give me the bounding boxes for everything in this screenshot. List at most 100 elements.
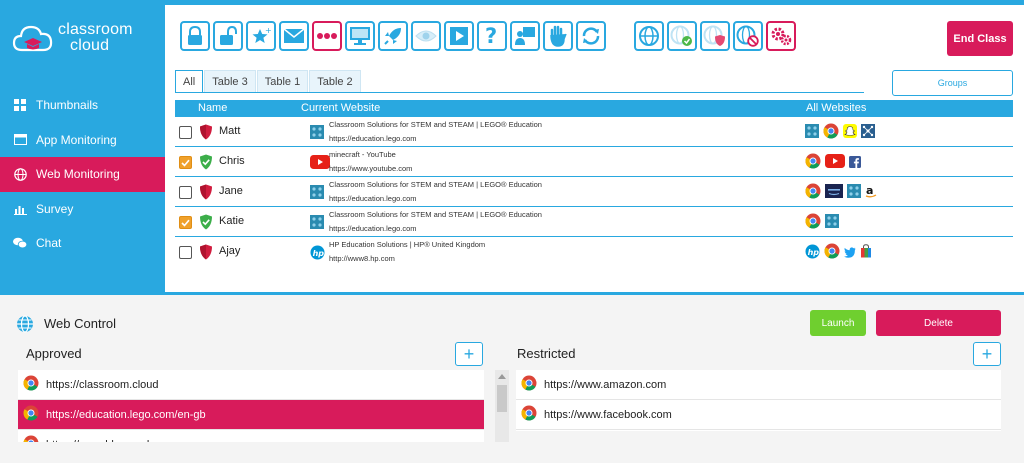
approved-title: Approved — [26, 346, 82, 361]
sidebar-item-label: Thumbnails — [36, 98, 99, 113]
web-control-title: Web Control — [44, 316, 117, 331]
web-settings-button[interactable] — [766, 21, 796, 51]
table-row[interactable]: Jane Classroom Solutions for STEM and STE… — [175, 177, 1013, 207]
current-site-title[interactable]: Classroom Solutions for STEM and STEAM |… — [329, 120, 542, 129]
current-site-title[interactable]: HP Education Solutions | HP® United King… — [329, 240, 485, 249]
student-checkbox[interactable] — [179, 216, 192, 229]
table-row[interactable]: Katie Classroom Solutions for STEM and ST… — [175, 207, 1013, 237]
table-row[interactable]: Ajay hp HP Education Solutions | HP® Unite… — [175, 237, 1013, 267]
lock-button[interactable] — [180, 21, 210, 51]
current-site-url[interactable]: http://www8.hp.com — [329, 254, 395, 263]
current-site-url[interactable]: https://www.youtube.com — [329, 164, 412, 173]
svg-text:hp: hp — [808, 248, 820, 257]
unlock-button[interactable] — [213, 21, 243, 51]
chat-bubbles-icon — [13, 236, 27, 250]
message-button[interactable] — [279, 21, 309, 51]
twitter-icon[interactable] — [844, 245, 856, 263]
sidebar-item-web-monitoring[interactable]: Web Monitoring — [0, 157, 165, 192]
play-button[interactable] — [444, 21, 474, 51]
watch-button[interactable] — [411, 21, 441, 51]
amazon-icon[interactable]: a — [865, 184, 877, 203]
end-class-button[interactable]: End Class — [947, 21, 1013, 56]
refresh-button[interactable] — [576, 21, 606, 51]
current-site-title[interactable]: Classroom Solutions for STEM and STEAM |… — [329, 210, 542, 219]
play-icon — [450, 27, 468, 45]
web-block-button[interactable] — [733, 21, 763, 51]
amazon-prime-icon[interactable] — [825, 184, 843, 203]
launch-button[interactable]: Launch — [810, 310, 866, 336]
launch-rocket-button[interactable] — [378, 21, 408, 51]
list-item[interactable]: https://www.amazon.com — [516, 370, 1001, 400]
svg-text:?: ? — [485, 25, 497, 47]
all-websites-icons: a — [805, 183, 877, 204]
lego-icon[interactable] — [847, 184, 861, 203]
reward-star-button[interactable]: + — [246, 21, 276, 51]
current-site-title[interactable]: Classroom Solutions for STEM and STEAM |… — [329, 180, 542, 189]
presenter-icon — [515, 27, 535, 45]
current-site-url[interactable]: https://education.lego.com — [329, 134, 417, 143]
scroll-up-arrow-icon[interactable] — [498, 374, 506, 379]
student-checkbox[interactable] — [179, 246, 192, 259]
web-approved-button[interactable] — [667, 21, 697, 51]
table-row[interactable]: Chris minecraft - YouTube https://www.yout… — [175, 147, 1013, 177]
add-restricted-button[interactable]: + — [973, 342, 1001, 366]
delete-button[interactable]: Delete — [876, 310, 1001, 336]
current-site-url[interactable]: https://education.lego.com — [329, 194, 417, 203]
student-checkbox[interactable] — [179, 156, 192, 169]
globe-icon — [13, 167, 27, 181]
tab-all[interactable]: All — [175, 70, 204, 92]
facebook-icon[interactable] — [849, 155, 861, 173]
current-site-title[interactable]: minecraft - YouTube — [329, 150, 396, 159]
hp-icon[interactable]: hp — [805, 244, 820, 264]
tab-table-1[interactable]: Table 1 — [256, 70, 309, 92]
lego-icon[interactable] — [825, 214, 839, 233]
bar-chart-icon — [13, 202, 27, 216]
cloud-logo-icon — [12, 25, 53, 52]
question-icon: ? — [485, 25, 497, 47]
chrome-icon[interactable] — [824, 243, 840, 264]
student-checkbox[interactable] — [179, 186, 192, 199]
logo-text-cloud: cloud — [70, 37, 110, 54]
table-header: Name Current Website All Websites — [175, 100, 1013, 117]
web-restricted-button[interactable] — [700, 21, 730, 51]
hand-raise-button[interactable] — [543, 21, 573, 51]
list-item[interactable]: https://classroom.cloud — [18, 370, 484, 400]
rocket-icon — [384, 28, 401, 45]
tab-table-3[interactable]: Table 3 — [204, 70, 256, 92]
list-item[interactable]: https://www.bbc.co.uk — [18, 430, 484, 442]
list-item[interactable]: https://www.facebook.com — [516, 400, 1001, 430]
youtube-icon[interactable] — [825, 154, 845, 173]
chrome-icon — [521, 375, 537, 394]
hp-icon: hp — [310, 245, 325, 265]
shopping-bag-icon[interactable] — [860, 244, 872, 263]
table-row[interactable]: Matt Classroom Solutions for STEM and STE… — [175, 117, 1013, 147]
student-checkbox[interactable] — [179, 126, 192, 139]
monitor-button[interactable] — [345, 21, 375, 51]
list-item[interactable]: https://education.lego.com/en-gb — [18, 400, 484, 430]
sidebar-item-app-monitoring[interactable]: App Monitoring — [0, 123, 165, 158]
sidebar-item-thumbnails[interactable]: Thumbnails — [0, 88, 165, 123]
approved-scrollbar[interactable] — [495, 370, 509, 442]
grid-icon — [13, 98, 27, 112]
groups-button[interactable]: Groups — [892, 70, 1013, 96]
dots-button[interactable] — [312, 21, 342, 51]
network-icon[interactable] — [861, 124, 875, 143]
chrome-icon[interactable] — [805, 213, 821, 234]
lego-icon — [310, 185, 324, 204]
scroll-thumb[interactable] — [497, 385, 507, 412]
help-button[interactable]: ? — [477, 21, 507, 51]
tab-table-2[interactable]: Table 2 — [309, 70, 361, 92]
sidebar-item-label: Chat — [36, 236, 62, 251]
web-globe-button[interactable] — [634, 21, 664, 51]
chrome-icon[interactable] — [805, 183, 821, 204]
current-site-url[interactable]: https://education.lego.com — [329, 224, 417, 233]
window-icon — [13, 133, 27, 147]
add-approved-button[interactable]: + — [455, 342, 483, 366]
presenter-button[interactable] — [510, 21, 540, 51]
snapchat-icon[interactable] — [843, 124, 857, 143]
chrome-icon[interactable] — [805, 153, 821, 174]
chrome-icon[interactable] — [823, 123, 839, 144]
lego-icon[interactable] — [805, 124, 819, 143]
sidebar-item-survey[interactable]: Survey — [0, 192, 165, 227]
sidebar-item-chat[interactable]: Chat — [0, 226, 165, 261]
